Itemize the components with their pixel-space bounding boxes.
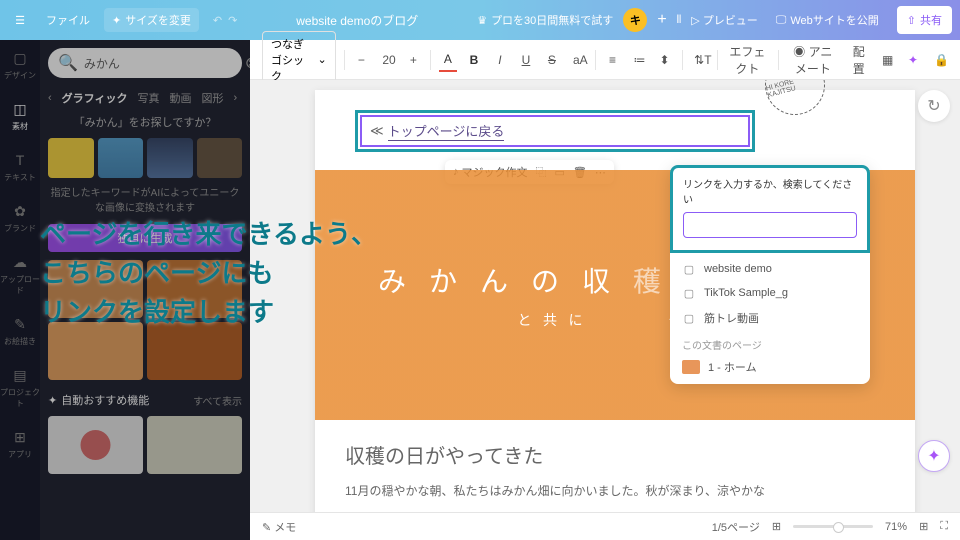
tab-graphic[interactable]: グラフィック xyxy=(62,90,128,106)
doc-title[interactable]: website demoのブログ xyxy=(245,12,469,29)
link-page-option[interactable]: 1 - ホーム xyxy=(670,354,870,380)
ai-desc: 指定したキーワードがAIによってユニークな画像に変換されます xyxy=(48,186,242,216)
article-heading[interactable]: 収穫の日がやってきた xyxy=(345,440,885,469)
zoom-slider[interactable] xyxy=(793,525,873,528)
page-nav-icon[interactable]: ⊞ xyxy=(772,520,781,533)
rec-thumb[interactable] xyxy=(48,416,143,474)
status-bar: ✎ メモ 1/5ページ ⊞ 71% ⊞ ⛶ xyxy=(250,512,960,540)
thumb[interactable] xyxy=(48,138,94,178)
font-size-input[interactable]: 20 xyxy=(378,49,396,71)
resize-button[interactable]: ✦サイズを変更 xyxy=(104,8,199,32)
preview-button[interactable]: ▷プレビュー xyxy=(691,12,757,28)
ai-icon[interactable]: ✦ xyxy=(904,49,922,71)
ai-fab-button[interactable]: ✦ xyxy=(918,440,950,472)
clear-icon[interactable]: ⊗ xyxy=(245,53,250,73)
bold-button[interactable]: B xyxy=(465,49,483,71)
hamburger-icon[interactable]: ☰ xyxy=(8,8,32,32)
search-input[interactable] xyxy=(84,56,239,70)
thumb[interactable] xyxy=(147,138,193,178)
file-menu[interactable]: ファイル xyxy=(40,8,96,32)
memo-button[interactable]: ✎ メモ xyxy=(262,519,296,535)
link-option[interactable]: ▢website demo xyxy=(670,257,870,281)
zoom-value[interactable]: 71% xyxy=(885,521,907,533)
try-pro-button[interactable]: ♛プロを30日間無料で試す xyxy=(477,12,613,28)
rail-apps[interactable]: ⊞アプリ xyxy=(8,427,32,460)
top-bar: ☰ ファイル ✦サイズを変更 ↶ ↷ website demoのブログ ♛プロを… xyxy=(0,0,960,40)
link-option[interactable]: ▢TikTok Sample_g xyxy=(670,281,870,305)
text-toolbar: つなぎゴシック⌄ − 20 + A B I U S aA ≡ ≔ ⬍ ⇅T エフ… xyxy=(250,40,960,80)
spacing-button[interactable]: ⬍ xyxy=(656,49,674,71)
tab-video[interactable]: 動画 xyxy=(169,90,191,106)
page-indicator[interactable]: 1/5ページ xyxy=(712,519,760,535)
animate-button[interactable]: ◉ アニメート xyxy=(786,39,839,81)
search-bar[interactable]: 🔍 ⊗ ⚙ xyxy=(48,48,242,78)
chevron-left-icon[interactable]: ‹ xyxy=(48,92,52,104)
vertical-text-button[interactable]: ⇅T xyxy=(690,49,709,71)
selected-link-element[interactable]: ≪ トップページに戻る xyxy=(355,110,755,152)
case-button[interactable]: aA xyxy=(569,49,587,71)
left-rail: ▢デザイン ◫素材 Tテキスト ✿ブランド ☁アップロード ✎お絵描き ▤プロジ… xyxy=(0,40,40,540)
avatar[interactable]: キ xyxy=(623,8,647,32)
link-text[interactable]: トップページに戻る xyxy=(388,121,505,141)
font-plus-button[interactable]: + xyxy=(404,49,422,71)
link-input[interactable] xyxy=(683,212,857,238)
text-color-button[interactable]: A xyxy=(439,48,457,72)
rail-projects[interactable]: ▤プロジェクト xyxy=(0,365,40,409)
lock-icon[interactable]: 🔒 xyxy=(930,49,948,71)
sparkle-icon: ✦ xyxy=(48,394,57,407)
rail-upload[interactable]: ☁アップロード xyxy=(0,252,40,296)
redo-icon[interactable]: ↷ xyxy=(228,14,237,27)
rec-thumb[interactable] xyxy=(147,416,242,474)
suggestion-text: 「みかん」をお探しですか？ xyxy=(48,114,242,130)
rail-elements[interactable]: ◫素材 xyxy=(10,99,30,132)
link-hint: リンクを入力するか、検索してください xyxy=(673,168,867,212)
tab-shape[interactable]: 図形 xyxy=(201,90,223,106)
rail-brand[interactable]: ✿ブランド xyxy=(4,201,36,234)
strike-button[interactable]: S xyxy=(543,49,561,71)
position-button[interactable]: 配置 xyxy=(848,39,871,81)
article-paragraph[interactable]: 11月の穏やかな朝、私たちはみかん畑に向かいました。秋が深まり、涼やかな xyxy=(345,481,885,503)
effect-button[interactable]: エフェクト xyxy=(725,39,769,81)
rec-title: 自動おすすめ機能 xyxy=(61,392,149,408)
underline-button[interactable]: U xyxy=(517,49,535,71)
page-thumb-icon xyxy=(682,360,700,374)
rail-draw[interactable]: ✎お絵描き xyxy=(4,314,36,347)
show-all-link[interactable]: すべて表示 xyxy=(193,393,242,408)
doc-icon: ▢ xyxy=(682,286,696,300)
font-minus-button[interactable]: − xyxy=(352,49,370,71)
grid-view-icon[interactable]: ⊞ xyxy=(919,520,928,533)
thumb[interactable] xyxy=(98,138,144,178)
doc-icon: ▢ xyxy=(682,262,696,276)
reset-view-button[interactable]: ↻ xyxy=(918,90,950,122)
publish-button[interactable]: 🖵Webサイトを公開 xyxy=(768,8,887,32)
chevron-left-icon: ≪ xyxy=(370,123,384,139)
thumb[interactable] xyxy=(197,138,243,178)
add-member-icon[interactable]: + xyxy=(657,11,666,29)
list-button[interactable]: ≔ xyxy=(630,49,648,71)
rail-design[interactable]: ▢デザイン xyxy=(4,48,36,81)
article-body[interactable]: 収穫の日がやってきた 11月の穏やかな朝、私たちはみかん畑に向かいました。秋が深… xyxy=(315,420,915,512)
share-button[interactable]: ⇧共有 xyxy=(897,6,952,34)
tab-photo[interactable]: 写真 xyxy=(137,90,159,106)
undo-icon[interactable]: ↶ xyxy=(213,14,222,27)
fullscreen-icon[interactable]: ⛶ xyxy=(940,520,948,533)
link-option[interactable]: ▢筋トレ動画 xyxy=(670,305,870,331)
chart-icon[interactable]: ⫴ xyxy=(677,14,682,27)
link-section-label: この文書のページ xyxy=(670,331,870,354)
transparency-icon[interactable]: ▦ xyxy=(878,49,896,71)
search-icon: 🔍 xyxy=(58,53,78,73)
italic-button[interactable]: I xyxy=(491,49,509,71)
rail-text[interactable]: Tテキスト xyxy=(4,150,36,183)
tutorial-overlay: ページを行き来できるよう、 こちらのページにも リンクを設定します xyxy=(40,215,377,332)
stamp-badge[interactable]: HI KORE KAJITSU xyxy=(758,80,831,122)
chevron-right-icon[interactable]: › xyxy=(233,92,237,104)
align-button[interactable]: ≡ xyxy=(604,49,622,71)
doc-icon: ▢ xyxy=(682,311,696,325)
link-popup: リンクを入力するか、検索してください ▢website demo ▢TikTok… xyxy=(670,165,870,384)
